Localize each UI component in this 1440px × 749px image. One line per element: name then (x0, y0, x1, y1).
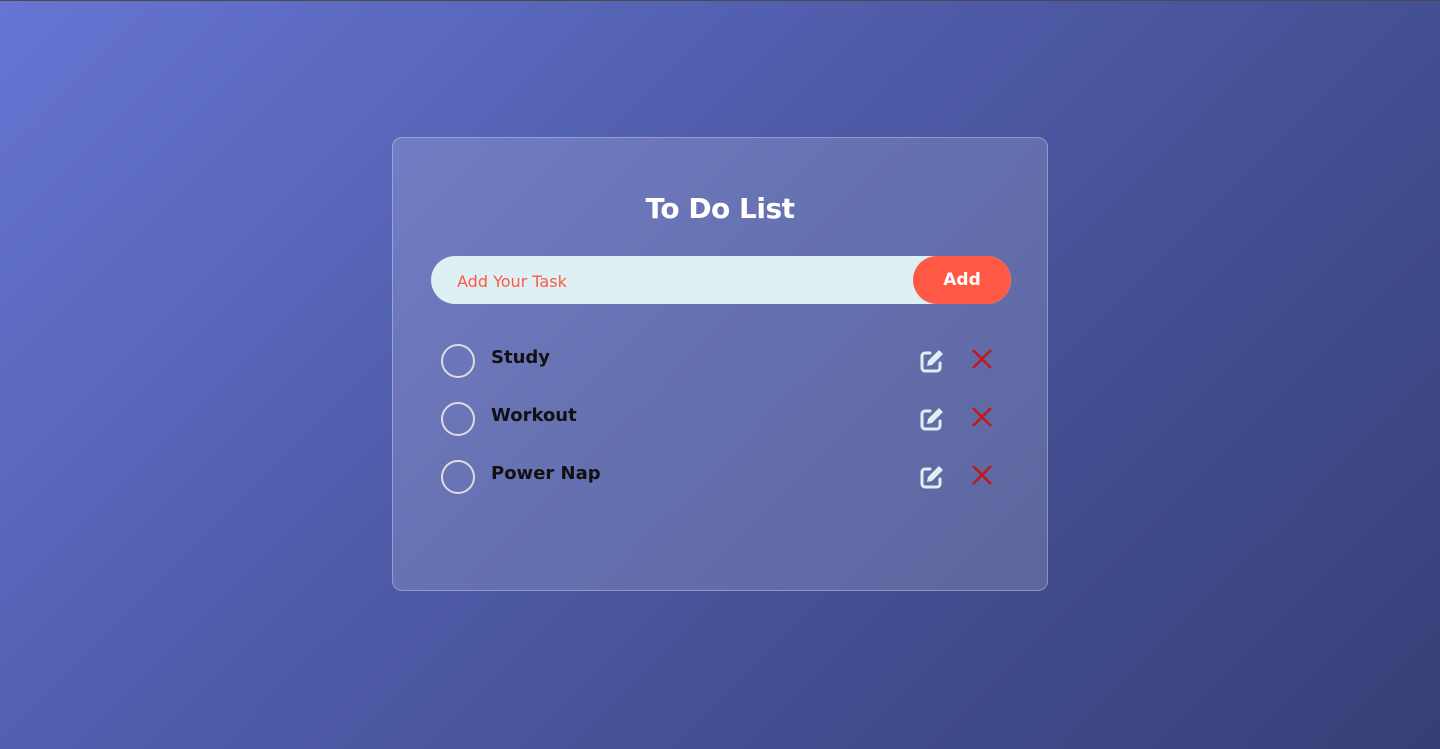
close-icon[interactable] (971, 348, 993, 370)
close-icon[interactable] (971, 406, 993, 428)
task-label: Workout (491, 405, 577, 426)
edit-icon[interactable] (919, 348, 945, 374)
task-label: Power Nap (491, 463, 601, 484)
todo-card: To Do List Add Study Workout Power Nap (392, 137, 1048, 591)
circle-icon[interactable] (441, 344, 475, 378)
edit-icon[interactable] (919, 406, 945, 432)
page-title: To Do List (645, 192, 795, 225)
list-item: Workout (441, 398, 1001, 438)
task-input[interactable] (455, 256, 909, 306)
list-item: Power Nap (441, 456, 1001, 496)
edit-icon[interactable] (919, 464, 945, 490)
add-button[interactable]: Add (913, 256, 1011, 304)
circle-icon[interactable] (441, 402, 475, 436)
list-item: Study (441, 340, 1001, 380)
circle-icon[interactable] (441, 460, 475, 494)
close-icon[interactable] (971, 464, 993, 486)
task-label: Study (491, 347, 551, 368)
task-input-row: Add (431, 256, 1011, 306)
